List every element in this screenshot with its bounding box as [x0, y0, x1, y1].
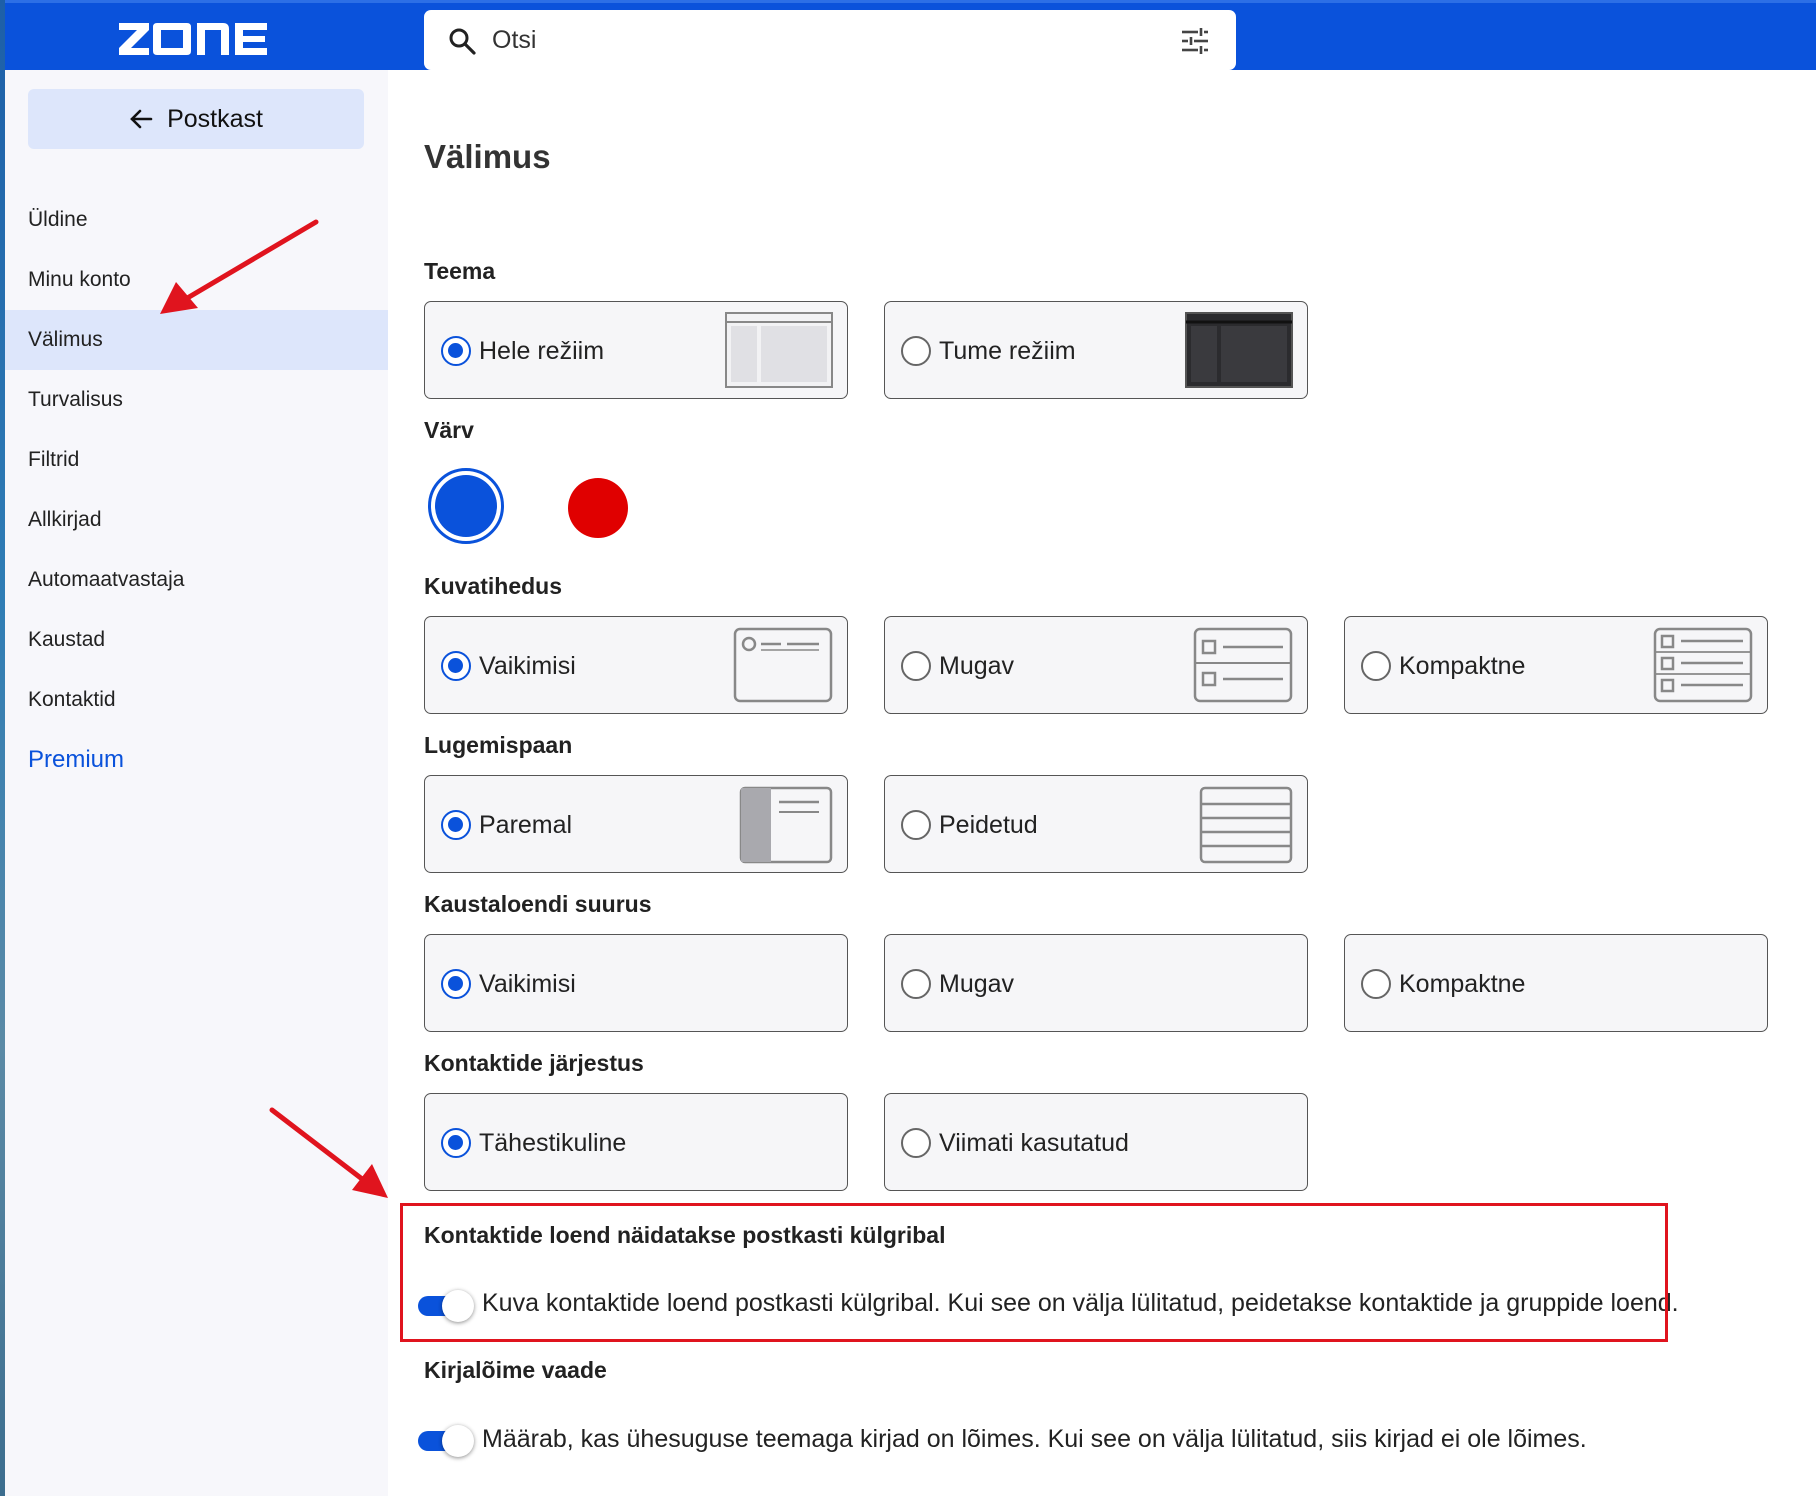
color-section-label: Värv: [424, 417, 474, 443]
radio-unselected-icon[interactable]: [901, 969, 931, 999]
search-icon: [449, 28, 476, 55]
sidebar-item-premium[interactable]: Premium: [5, 730, 388, 790]
annotation-highlight-box: [400, 1203, 1668, 1342]
radio-selected-icon[interactable]: [441, 969, 471, 999]
folder-size-option-comfortable[interactable]: Mugav: [884, 934, 1308, 1032]
sidebar-item-filters[interactable]: Filtrid: [5, 430, 388, 490]
contact-order-option-recent[interactable]: Viimati kasutatud: [884, 1093, 1308, 1191]
sidebar-item-contacts[interactable]: Kontaktid: [5, 670, 388, 730]
radio-selected-icon[interactable]: [441, 1128, 471, 1158]
radio-unselected-icon[interactable]: [901, 810, 931, 840]
top-bar: Otsi: [5, 0, 1816, 70]
theme-option-light-label: Hele režiim: [479, 337, 605, 365]
reading-pane-hidden-icon: [1199, 786, 1293, 864]
search-filter-icon[interactable]: [1180, 27, 1210, 55]
density-option-default-label: Vaikimisi: [479, 652, 576, 680]
toggle-knob: [442, 1425, 474, 1457]
density-section-label: Kuvatihedus: [424, 573, 563, 599]
radio-unselected-icon[interactable]: [1361, 969, 1391, 999]
sidebar-item-signatures[interactable]: Allkirjad: [5, 490, 388, 550]
reading-pane-option-right-label: Paremal: [479, 811, 573, 839]
contact-order-section-label: Kontaktide järjestus: [424, 1050, 644, 1076]
reading-pane-right-icon: [739, 786, 833, 864]
thread-view-toggle[interactable]: [418, 1423, 474, 1457]
reading-pane-option-right[interactable]: Paremal: [424, 775, 848, 873]
density-comfortable-icon: [1193, 627, 1293, 703]
density-option-compact-label: Kompaktne: [1399, 652, 1526, 680]
color-swatch-red[interactable]: [568, 478, 628, 538]
radio-unselected-icon[interactable]: [901, 1128, 931, 1158]
folder-size-section-label: Kaustaloendi suurus: [424, 891, 652, 917]
zone-logo[interactable]: [115, 17, 275, 61]
annotation-arrow-icon: [269, 1107, 388, 1198]
search-input[interactable]: Otsi: [492, 26, 536, 55]
sidebar-item-autoresponder[interactable]: Automaatvastaja: [5, 550, 388, 610]
folder-size-option-comfortable-label: Mugav: [939, 970, 1015, 998]
density-compact-icon: [1653, 627, 1753, 703]
folder-size-option-default-label: Vaikimisi: [479, 970, 576, 998]
reading-pane-option-hidden-label: Peidetud: [939, 811, 1038, 839]
theme-section-label: Teema: [424, 258, 496, 284]
density-option-comfortable[interactable]: Mugav: [884, 616, 1308, 714]
reading-pane-option-hidden[interactable]: Peidetud: [884, 775, 1308, 873]
app-window: Otsi Postkast Üldine Minu konto Välimus …: [0, 0, 1816, 1496]
arrow-left-icon: [130, 109, 153, 129]
radio-unselected-icon[interactable]: [901, 336, 931, 366]
thread-view-description: Määrab, kas ühesuguse teemaga kirjad on …: [482, 1425, 1587, 1453]
dark-layout-icon: [1185, 312, 1293, 388]
theme-option-light[interactable]: Hele režiim: [424, 301, 848, 399]
radio-selected-icon[interactable]: [441, 651, 471, 681]
density-option-comfortable-label: Mugav: [939, 652, 1015, 680]
light-layout-icon: [725, 312, 833, 388]
search-bar[interactable]: Otsi: [424, 10, 1236, 70]
page-title: Välimus: [424, 138, 551, 175]
density-default-icon: [733, 627, 833, 703]
radio-unselected-icon[interactable]: [901, 651, 931, 681]
contact-order-option-alphabetical[interactable]: Tähestikuline: [424, 1093, 848, 1191]
radio-unselected-icon[interactable]: [1361, 651, 1391, 681]
thread-view-section-label: Kirjalõime vaade: [424, 1357, 607, 1383]
contact-order-option-alphabetical-label: Tähestikuline: [479, 1129, 627, 1157]
contact-order-option-recent-label: Viimati kasutatud: [939, 1129, 1129, 1157]
density-option-compact[interactable]: Kompaktne: [1344, 616, 1768, 714]
reading-pane-section-label: Lugemispaan: [424, 732, 573, 758]
sidebar-item-security[interactable]: Turvalisus: [5, 370, 388, 430]
folder-size-option-default[interactable]: Vaikimisi: [424, 934, 848, 1032]
radio-selected-icon[interactable]: [441, 810, 471, 840]
radio-selected-icon[interactable]: [441, 336, 471, 366]
sidebar-item-folders[interactable]: Kaustad: [5, 610, 388, 670]
theme-option-dark[interactable]: Tume režiim: [884, 301, 1308, 399]
folder-size-option-compact[interactable]: Kompaktne: [1344, 934, 1768, 1032]
density-option-default[interactable]: Vaikimisi: [424, 616, 848, 714]
back-to-inbox-button[interactable]: Postkast: [28, 89, 364, 149]
color-swatch-blue[interactable]: [428, 468, 504, 544]
theme-option-dark-label: Tume režiim: [939, 337, 1076, 365]
back-button-label: Postkast: [167, 104, 263, 133]
annotation-arrow-icon: [160, 219, 319, 314]
folder-size-option-compact-label: Kompaktne: [1399, 970, 1526, 998]
